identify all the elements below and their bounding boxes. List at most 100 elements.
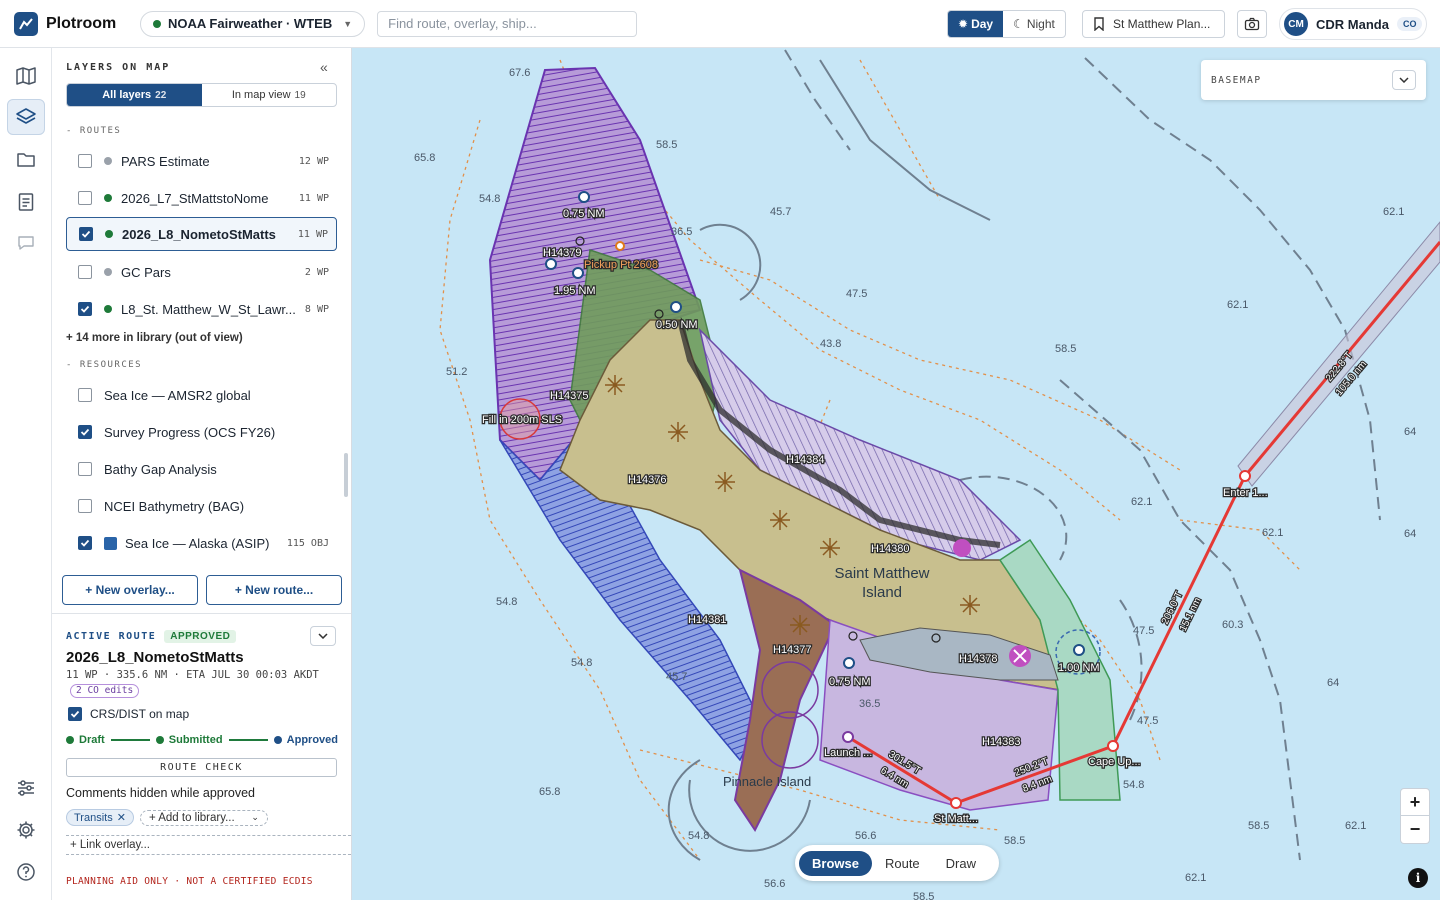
route-checkbox[interactable] — [78, 191, 92, 205]
resource-checkbox[interactable] — [78, 462, 92, 476]
svg-text:1.95 NM: 1.95 NM — [554, 285, 596, 297]
info-icon[interactable]: i — [1408, 868, 1428, 888]
chevron-down-icon — [1399, 77, 1409, 83]
status-badge: APPROVED — [164, 630, 237, 643]
link-overlay-button[interactable]: + Link overlay... — [66, 835, 351, 855]
brand[interactable]: Plotroom — [14, 11, 136, 36]
route-checkbox[interactable] — [78, 154, 92, 168]
map-nav-button[interactable] — [7, 58, 45, 94]
island-name: Saint Matthew — [834, 565, 929, 582]
route-row[interactable]: PARS Estimate 12 WP — [66, 144, 337, 178]
svg-text:56.6: 56.6 — [855, 830, 876, 842]
browse-mode-button[interactable]: Browse — [799, 850, 872, 876]
vessel-selector[interactable]: NOAA Fairweather · WTEB ▼ — [140, 10, 366, 37]
chart-canvas[interactable]: 67.6 58.5 65.8 54.8 36.5 45.7 62.1 47.5 … — [352, 48, 1440, 900]
layer-swatch-icon — [104, 536, 117, 550]
svg-text:0.75 NM: 0.75 NM — [563, 208, 605, 220]
map-mode-switch: Browse Route Draw — [795, 845, 999, 881]
route-checkbox[interactable] — [78, 302, 92, 316]
nav-rail — [0, 48, 52, 900]
adjust-nav-button[interactable] — [7, 770, 45, 806]
svg-text:60.3: 60.3 — [1222, 619, 1243, 631]
route-row[interactable]: L8_St. Matthew_W_St_Lawr... 8 WP — [66, 292, 337, 326]
resource-checkbox[interactable] — [78, 388, 92, 402]
route-check-button[interactable]: ROUTE CHECK — [66, 758, 337, 777]
hazard-marker-icon[interactable] — [953, 539, 971, 557]
resource-checkbox[interactable] — [78, 536, 92, 550]
svg-text:H14378: H14378 — [959, 653, 998, 665]
check-icon — [80, 539, 90, 547]
layers-nav-button[interactable] — [7, 99, 45, 135]
panel-scrollbar[interactable] — [344, 453, 348, 497]
route-row[interactable]: 2026_L7_StMattstoNome 11 WP — [66, 181, 337, 215]
crs-toggle[interactable]: CRS/DIST on map — [68, 707, 189, 721]
route-checkbox[interactable] — [79, 227, 93, 241]
library-tag[interactable]: Transits ✕ — [66, 809, 134, 826]
tab-in-map-view[interactable]: In map view 19 — [202, 84, 337, 106]
help-nav-button[interactable] — [7, 854, 45, 890]
user-menu[interactable]: CM CDR Manda CO — [1279, 8, 1427, 40]
resource-row[interactable]: Bathy Gap Analysis — [66, 452, 337, 486]
settings-nav-button[interactable] — [7, 812, 45, 848]
layers-panel: LAYERS ON MAP « All layers 22 In map view… — [52, 48, 352, 900]
sliders-icon — [18, 780, 34, 796]
night-button[interactable]: ☾ Night — [1003, 11, 1065, 37]
documents-nav-button[interactable] — [7, 184, 45, 220]
resource-row[interactable]: Sea Ice — Alaska (ASIP) 115 OBJ — [66, 526, 337, 560]
zoom-out-button[interactable]: − — [1400, 816, 1430, 844]
close-icon[interactable]: ✕ — [117, 811, 126, 824]
svg-text:51.2: 51.2 — [446, 366, 467, 378]
route-mode-button[interactable]: Route — [872, 851, 933, 876]
route-row[interactable]: GC Pars 2 WP — [66, 255, 337, 289]
new-overlay-button[interactable]: + New overlay... — [62, 575, 198, 605]
svg-text:62.1: 62.1 — [1345, 820, 1366, 832]
more-routes-link[interactable]: + 14 more in library (out of view) — [66, 332, 243, 344]
svg-text:H14380: H14380 — [871, 543, 910, 555]
route-checkbox[interactable] — [78, 265, 92, 279]
basemap-selector[interactable]: BASEMAP — [1201, 60, 1426, 100]
co-edits-badge[interactable]: 2 CO edits — [70, 684, 140, 698]
draw-mode-button[interactable]: Draw — [933, 851, 989, 876]
svg-text:Launch ...: Launch ... — [824, 747, 872, 759]
svg-text:54.8: 54.8 — [688, 830, 709, 842]
collapse-panel-icon[interactable]: « — [320, 59, 328, 75]
svg-text:54.8: 54.8 — [479, 193, 500, 205]
svg-text:67.6: 67.6 — [509, 67, 530, 79]
active-route-expand-button[interactable] — [310, 626, 336, 646]
check-icon — [80, 305, 90, 313]
chart-map[interactable]: 67.6 58.5 65.8 54.8 36.5 45.7 62.1 47.5 … — [352, 48, 1440, 900]
pinnacle-island-name: Pinnacle Island — [723, 774, 811, 789]
step-done-icon — [155, 736, 164, 744]
crs-checkbox[interactable] — [68, 707, 82, 721]
svg-text:62.1: 62.1 — [1227, 299, 1248, 311]
chat-nav-button[interactable] — [7, 225, 45, 261]
resource-checkbox[interactable] — [78, 499, 92, 513]
search-input[interactable] — [377, 10, 638, 37]
resource-row[interactable]: NCEI Bathymetry (BAG) — [66, 489, 337, 523]
svg-text:54.8: 54.8 — [1123, 779, 1144, 791]
resource-checkbox[interactable] — [78, 425, 92, 439]
add-to-library-select[interactable]: + Add to library... ⌄ — [139, 809, 268, 826]
vessel-label: NOAA Fairweather · WTEB — [168, 16, 333, 31]
screenshot-button[interactable] — [1237, 10, 1267, 38]
day-button[interactable]: ✹ Day — [948, 11, 1004, 37]
tab-all-layers[interactable]: All layers 22 — [67, 84, 202, 106]
files-nav-button[interactable] — [7, 142, 45, 178]
svg-text:H14383: H14383 — [982, 736, 1021, 748]
resource-row[interactable]: Sea Ice — AMSR2 global — [66, 378, 337, 412]
route-row-selected[interactable]: 2026_L8_NometoStMatts 11 WP — [66, 217, 337, 251]
basemap-expand-button[interactable] — [1392, 70, 1416, 90]
theme-toggle: ✹ Day ☾ Night — [947, 10, 1066, 38]
island-name: Island — [862, 584, 902, 601]
svg-text:64: 64 — [1327, 677, 1339, 689]
map-icon — [16, 67, 36, 85]
zoom-in-button[interactable]: + — [1400, 788, 1430, 816]
document-icon — [18, 193, 34, 211]
svg-text:Cape Up...: Cape Up... — [1088, 756, 1141, 768]
svg-text:47.5: 47.5 — [1133, 625, 1154, 637]
resource-row[interactable]: Survey Progress (OCS FY26) — [66, 415, 337, 449]
vessel-status-icon — [153, 19, 161, 28]
saved-plan-button[interactable]: St Matthew Plan... — [1082, 10, 1225, 38]
svg-text:62.1: 62.1 — [1131, 496, 1152, 508]
new-route-button[interactable]: + New route... — [206, 575, 342, 605]
